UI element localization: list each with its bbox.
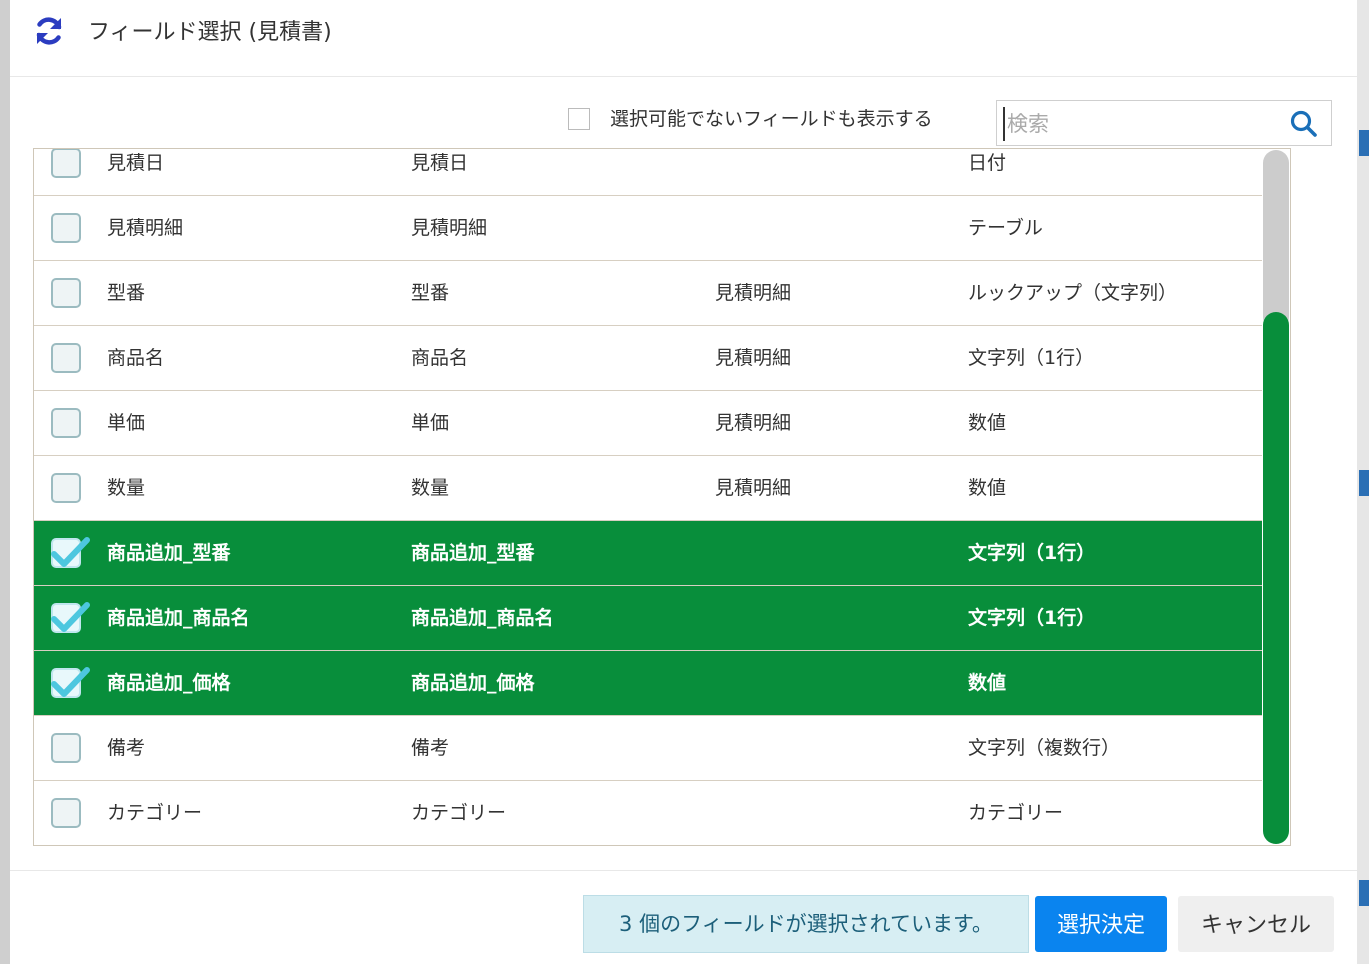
- refresh-icon[interactable]: [32, 14, 66, 48]
- row-field-code: 商品追加_商品名: [411, 607, 554, 629]
- row-checkbox[interactable]: [51, 408, 81, 438]
- row-checkbox[interactable]: [51, 733, 81, 763]
- row-field-table: 見積明細: [715, 412, 792, 434]
- background-mark: [1359, 470, 1369, 496]
- row-field-name: 商品追加_価格: [107, 672, 231, 694]
- scrollbar-thumb[interactable]: [1263, 312, 1289, 844]
- row-checkbox-checked[interactable]: [51, 667, 90, 698]
- row-field-code: 見積明細: [411, 217, 488, 239]
- row-checkbox[interactable]: [51, 473, 81, 503]
- row-field-code: 商品名: [411, 347, 469, 369]
- row-field-table: 見積明細: [715, 477, 792, 499]
- confirm-button[interactable]: 選択決定: [1035, 896, 1167, 952]
- row-field-code: 型番: [411, 282, 450, 304]
- show-unselectable-checkbox[interactable]: [568, 108, 590, 130]
- row-field-name: 商品追加_型番: [107, 542, 231, 564]
- search-input[interactable]: [1003, 107, 1279, 141]
- row-field-name: 商品追加_商品名: [107, 607, 250, 629]
- table-row[interactable]: 備考 備考 文字列（複数行）: [34, 716, 1263, 781]
- table-row[interactable]: 見積明細 見積明細 テーブル: [34, 196, 1263, 261]
- row-checkbox-checked[interactable]: [51, 602, 90, 633]
- background-page-left: [0, 0, 10, 964]
- table-scrollbar[interactable]: [1262, 150, 1290, 844]
- row-field-name: 見積明細: [107, 217, 184, 239]
- row-field-table: 見積明細: [715, 347, 792, 369]
- row-field-type: 文字列（1行）: [968, 542, 1096, 564]
- row-field-name: 見積日: [107, 152, 165, 174]
- table-row[interactable]: 数量 数量 見積明細 数値: [34, 456, 1263, 521]
- show-unselectable-label[interactable]: 選択可能でないフィールドも表示する: [610, 105, 933, 133]
- table-row[interactable]: カテゴリー カテゴリー カテゴリー: [34, 781, 1263, 845]
- row-field-name: 備考: [107, 737, 146, 759]
- table-row[interactable]: 商品追加_価格 商品追加_価格 数値: [34, 651, 1263, 716]
- background-mark: [1359, 130, 1369, 156]
- dialog-header: フィールド選択 (見積書): [10, 0, 1357, 77]
- row-checkbox[interactable]: [51, 149, 81, 178]
- dialog-footer: 3 個のフィールドが選択されています。 選択決定 キャンセル: [10, 870, 1357, 965]
- row-checkbox[interactable]: [51, 213, 81, 243]
- background-mark: [1359, 880, 1369, 906]
- search-icon[interactable]: [1289, 109, 1319, 139]
- table-row[interactable]: 商品追加_商品名 商品追加_商品名 文字列（1行）: [34, 586, 1263, 651]
- row-field-name: 型番: [107, 282, 146, 304]
- row-field-code: 備考: [411, 737, 450, 759]
- row-checkbox[interactable]: [51, 343, 81, 373]
- check-icon: [51, 537, 90, 567]
- row-field-code: 商品追加_型番: [411, 542, 535, 564]
- table-row[interactable]: 商品追加_型番 商品追加_型番 文字列（1行）: [34, 521, 1263, 586]
- row-field-code: 見積日: [411, 152, 469, 174]
- row-field-type: 日付: [968, 152, 1007, 174]
- row-field-name: 単価: [107, 412, 146, 434]
- row-field-type: 文字列（複数行）: [968, 737, 1121, 759]
- row-field-name: 数量: [107, 477, 146, 499]
- row-field-type: 数値: [968, 477, 1007, 499]
- check-icon: [51, 602, 90, 632]
- selection-status: 3 個のフィールドが選択されています。: [583, 895, 1029, 953]
- row-field-name: 商品名: [107, 347, 165, 369]
- scrollbar-track-upper: [1263, 150, 1289, 330]
- table-row[interactable]: 型番 型番 見積明細 ルックアップ（文字列）: [34, 261, 1263, 326]
- row-field-name: カテゴリー: [107, 802, 203, 824]
- row-field-type: ルックアップ（文字列）: [968, 282, 1178, 304]
- table-row[interactable]: 見積日 見積日 日付: [34, 149, 1263, 196]
- search-box: [996, 100, 1332, 146]
- row-field-type: 文字列（1行）: [968, 347, 1095, 369]
- row-field-type: 数値: [968, 672, 1007, 694]
- row-field-code: 単価: [411, 412, 450, 434]
- table-row[interactable]: 単価 単価 見積明細 数値: [34, 391, 1263, 456]
- field-select-dialog: フィールド選択 (見積書) 選択可能でないフィールドも表示する 見積日 見積日 日付…: [10, 0, 1357, 964]
- dialog-title: フィールド選択 (見積書): [88, 20, 332, 45]
- table-row[interactable]: 商品名 商品名 見積明細 文字列（1行）: [34, 326, 1263, 391]
- background-page-right: [1357, 0, 1369, 964]
- row-field-table: 見積明細: [715, 282, 792, 304]
- field-table: 見積日 見積日 日付 見積明細 見積明細 テーブル 型番 型番 見積明細 ルックアップ（文字列）商…: [33, 148, 1291, 846]
- row-field-code: カテゴリー: [411, 802, 507, 824]
- row-field-code: 数量: [411, 477, 450, 499]
- row-field-code: 商品追加_価格: [411, 672, 535, 694]
- row-field-type: テーブル: [968, 217, 1043, 239]
- row-field-type: 文字列（1行）: [968, 607, 1096, 629]
- row-checkbox[interactable]: [51, 278, 81, 308]
- check-icon: [51, 667, 90, 697]
- row-checkbox-checked[interactable]: [51, 537, 90, 568]
- row-field-type: カテゴリー: [968, 802, 1064, 824]
- row-checkbox[interactable]: [51, 798, 81, 828]
- row-field-type: 数値: [968, 412, 1007, 434]
- cancel-button[interactable]: キャンセル: [1178, 896, 1334, 952]
